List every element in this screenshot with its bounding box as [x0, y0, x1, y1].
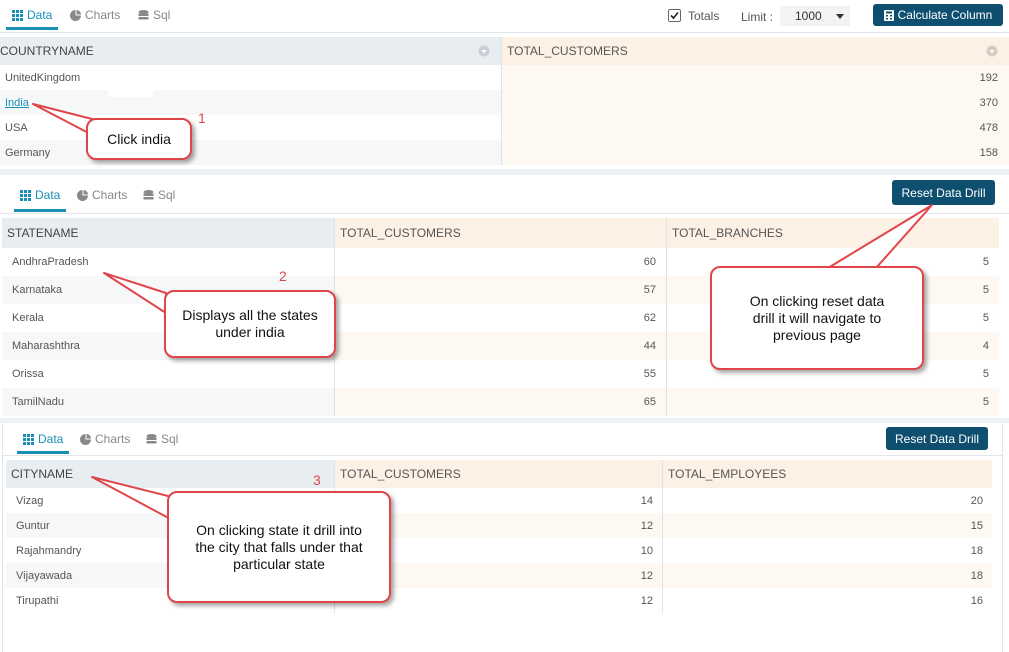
callout-pointer-3: [91, 476, 177, 523]
callout-text: On clicking reset data drill it will nav…: [749, 292, 885, 343]
callout-pointer-reset: [827, 204, 933, 269]
step-number-1: 1: [198, 110, 206, 126]
callout-click-india: Click india: [86, 118, 192, 160]
callout-text: Displays all the states under india: [182, 307, 318, 340]
step-number-3: 3: [313, 472, 321, 488]
step-number-2: 2: [279, 268, 287, 284]
callout-text: On clicking state it drill into the city…: [195, 521, 363, 572]
callout-text: Click india: [107, 130, 171, 147]
callout-reset-data-drill: On clicking reset data drill it will nav…: [710, 266, 924, 370]
callout-pointer-2: [103, 272, 167, 314]
callout-drill-into-city: On clicking state it drill into the city…: [167, 491, 391, 603]
callout-displays-states: Displays all the states under india: [164, 290, 336, 358]
